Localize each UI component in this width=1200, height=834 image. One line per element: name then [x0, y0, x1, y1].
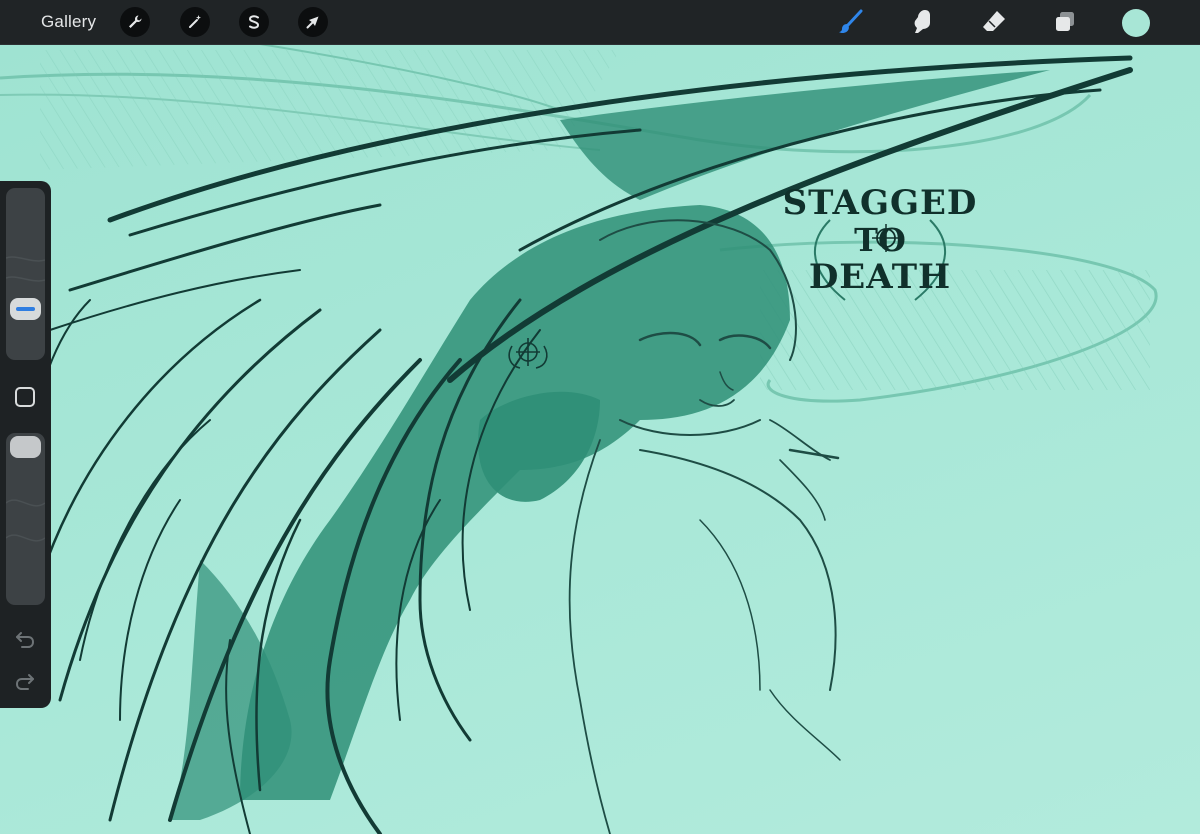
- undo-button[interactable]: [13, 627, 37, 651]
- drawing-canvas[interactable]: STAGGED TO DEATH: [0, 44, 1200, 834]
- artwork: STAGGED TO DEATH: [0, 44, 1158, 834]
- gallery-button[interactable]: Gallery: [41, 12, 96, 32]
- layers-button[interactable]: [1049, 6, 1081, 38]
- size-indicator: [16, 307, 35, 311]
- redo-icon: [15, 674, 34, 690]
- top-toolbar: Gallery: [0, 0, 1200, 45]
- brush-button[interactable]: [835, 6, 867, 38]
- logo-line-2: TO: [854, 221, 906, 259]
- adjustments-button[interactable]: [180, 7, 210, 37]
- left-sidebar: [0, 181, 51, 708]
- undo-icon: [16, 632, 35, 648]
- smudge-button[interactable]: [906, 6, 938, 38]
- selection-s-icon: [248, 15, 260, 29]
- square-icon: [15, 387, 35, 407]
- magic-wand-icon: [189, 15, 201, 28]
- wrench-icon: [129, 15, 142, 28]
- slider-wave-decoration: [6, 256, 45, 282]
- brush-size-slider[interactable]: [6, 188, 45, 360]
- brush-size-handle[interactable]: [10, 298, 41, 320]
- brush-icon: [839, 9, 863, 34]
- transform-arrow-icon: [306, 16, 319, 29]
- transform-button[interactable]: [298, 7, 328, 37]
- slider-wave-decoration: [6, 499, 45, 542]
- actions-button[interactable]: [120, 7, 150, 37]
- procreate-app: STAGGED TO DEATH Gallery: [0, 0, 1200, 834]
- redo-button[interactable]: [13, 669, 37, 693]
- opacity-handle[interactable]: [10, 436, 41, 458]
- layers-icon: [1056, 12, 1074, 31]
- modify-button[interactable]: [14, 386, 36, 408]
- selection-button[interactable]: [239, 7, 269, 37]
- opacity-slider[interactable]: [6, 433, 45, 605]
- logo-line-1: STAGGED: [783, 183, 978, 223]
- logo-line-3: DEATH: [809, 257, 951, 297]
- stagged-to-death-logo: STAGGED TO DEATH: [783, 183, 978, 301]
- color-picker-button[interactable]: [1122, 9, 1150, 37]
- eraser-icon: [983, 11, 1005, 31]
- smudge-icon: [914, 10, 930, 33]
- eraser-button[interactable]: [978, 6, 1010, 38]
